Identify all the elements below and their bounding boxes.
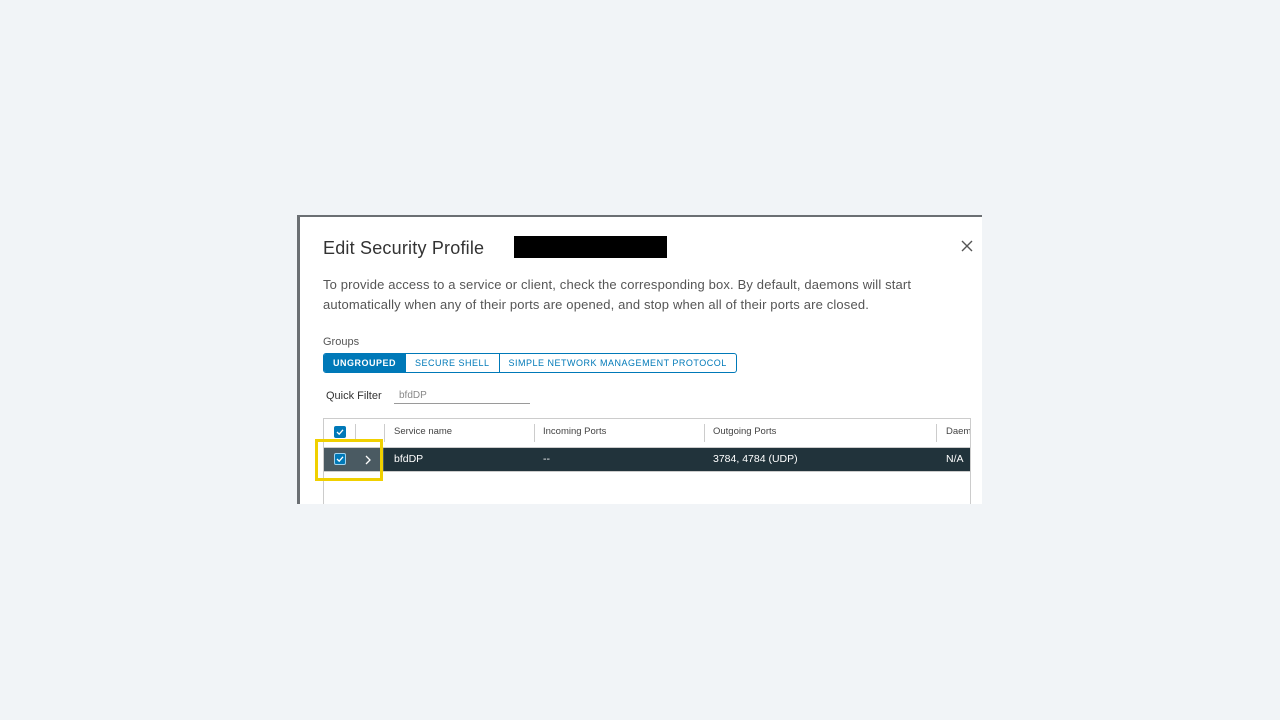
tab-secure-shell[interactable]: SECURE SHELL xyxy=(406,354,500,372)
cell-outgoing-ports: 3784, 4784 (UDP) xyxy=(713,453,798,465)
cell-daemon: N/A xyxy=(946,453,964,465)
tab-snmp[interactable]: SIMPLE NETWORK MANAGEMENT PROTOCOL xyxy=(500,354,736,372)
column-header-daemon[interactable]: Daemon xyxy=(937,419,970,447)
select-all-checkbox[interactable] xyxy=(334,426,346,438)
check-icon xyxy=(336,456,344,463)
chevron-right-icon[interactable] xyxy=(362,453,374,465)
redacted-host-name xyxy=(514,236,667,258)
dialog-title: Edit Security Profile xyxy=(323,238,485,258)
column-separator xyxy=(355,424,356,442)
services-table: Service name Incoming Ports Outgoing Por… xyxy=(323,418,971,504)
column-header-service-name[interactable]: Service name xyxy=(385,419,533,447)
column-header-incoming-ports[interactable]: Incoming Ports xyxy=(534,419,704,447)
dialog-description: To provide access to a service or client… xyxy=(323,277,912,312)
cell-service-name: bfdDP xyxy=(394,453,424,465)
column-header-outgoing-ports[interactable]: Outgoing Ports xyxy=(704,419,936,447)
close-icon[interactable] xyxy=(959,238,975,254)
quick-filter-input[interactable] xyxy=(394,388,530,404)
edit-security-profile-dialog: Edit Security Profile To provide access … xyxy=(297,215,982,504)
groups-label: Groups xyxy=(323,336,360,348)
quick-filter-label: Quick Filter xyxy=(326,390,382,402)
row-checkbox[interactable] xyxy=(334,453,346,465)
check-icon xyxy=(336,429,344,436)
row-selection-cell xyxy=(324,448,384,471)
tab-ungrouped[interactable]: UNGROUPED xyxy=(324,354,407,372)
groups-tabs: UNGROUPED SECURE SHELL SIMPLE NETWORK MA… xyxy=(323,353,737,373)
table-row[interactable]: bfdDP -- 3784, 4784 (UDP) N/A xyxy=(324,448,970,472)
cell-incoming-ports: -- xyxy=(543,453,550,465)
table-header: Service name Incoming Ports Outgoing Por… xyxy=(324,419,970,448)
